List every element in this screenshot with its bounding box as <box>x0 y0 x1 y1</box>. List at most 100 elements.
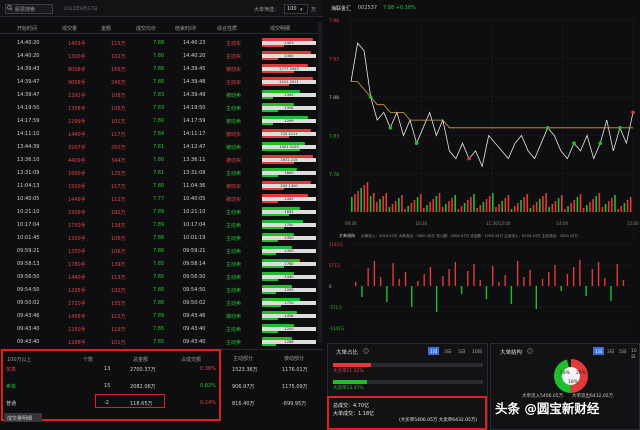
summary-cell-label: 买单 <box>6 367 17 373</box>
col-start-time[interactable]: 开始时间 <box>17 25 37 32</box>
cell-amount: 115万 <box>111 314 126 320</box>
tick-row[interactable]: 09:43:46 1458手 115万 7.89 09:43:46 被动卖 1458 <box>0 309 323 322</box>
volume-bar <box>391 204 394 212</box>
cell-start-time: 13:31:09 <box>17 170 40 176</box>
detail-bar-text: 1440 <box>284 274 294 279</box>
tick-row[interactable]: 09:43:40 1288手 101万 7.85 09:43:40 主动卖 1288 <box>0 335 323 348</box>
col-end-time[interactable]: 结束时间 <box>175 25 195 32</box>
ratio-tab-10d[interactable]: 10日 <box>470 347 484 355</box>
detail-bar-text: 1750 <box>284 222 294 227</box>
flow-bar <box>622 280 625 286</box>
tick-row[interactable]: 14:39:43 8008手 165万 7.86 14:39:45 被动买 2777 334… <box>0 62 323 75</box>
tick-row[interactable]: 14:19:50 1358手 106万 7.83 14:19:50 主动卖 1358 <box>0 101 323 114</box>
info-icon[interactable]: ? <box>363 348 369 354</box>
summary-cell-active: 1523.36万 <box>232 367 258 373</box>
volume-bar <box>542 196 544 212</box>
volume-bar <box>554 201 557 212</box>
trade-marker <box>388 126 393 130</box>
struct-tab-5d[interactable]: 5日 <box>617 347 628 355</box>
volume-bar <box>438 193 441 212</box>
volume-bar <box>488 196 491 212</box>
volume-bar <box>579 194 582 212</box>
tick-row[interactable]: 10:17:04 1750手 138万 7.89 10:17:04 主动卖 1750 <box>0 218 323 231</box>
tick-row[interactable]: 09:56:50 1440手 113万 7.85 09:56:50 主动卖 1440 <box>0 270 323 283</box>
buy-ratio-label: 大买单11.32% <box>333 369 364 374</box>
cell-start-time: 13:36:10 <box>17 157 40 163</box>
search-icon <box>7 5 13 11</box>
tick-row[interactable]: 13:36:10 4409手 344万 7.80 13:36:11 被动买 2872 215 <box>0 153 323 166</box>
cell-volume: 1720手 <box>68 301 86 307</box>
tick-row[interactable]: 13:44:39 3207手 250万 7.81 14:12:47 被动卖 1001 310… <box>0 140 323 153</box>
tick-row[interactable]: 09:43:40 1250手 119万 7.85 09:43:40 主动卖 1250 <box>0 322 323 335</box>
detail-bar-text: 1780 <box>284 261 294 266</box>
struct-tab-10d[interactable]: 10日 <box>629 347 640 360</box>
volume-detail-tab[interactable]: 成交量明细 <box>4 413 42 422</box>
tick-row[interactable]: 14:39:47 9009手 245万 7.88 14:39:48 主动买 3101 201… <box>0 75 323 88</box>
flow-bar <box>498 282 500 286</box>
cell-volume: 1392手 <box>68 93 86 99</box>
cell-end-time: 09:43:46 <box>183 313 206 319</box>
tick-table-scrollbar[interactable] <box>318 22 322 342</box>
flow-bar <box>460 286 463 294</box>
volume-bar <box>604 204 607 212</box>
cell-end-time: 10:40:05 <box>183 196 206 202</box>
cell-nature: 主动卖 <box>226 275 242 281</box>
struct-tab-1d[interactable]: 1日 <box>593 347 605 355</box>
summary-cell-active: 816.40万 <box>232 401 255 407</box>
filter-unit: 万 <box>311 7 317 13</box>
info-icon[interactable]: ? <box>527 348 533 354</box>
detail-bar: 3101 2011 <box>262 77 316 87</box>
tick-row[interactable]: 10:40:05 1449手 112万 7.77 10:40:05 被动买 1449 <box>0 192 323 205</box>
detail-bar-bottom <box>262 253 276 255</box>
big-order-filter-select[interactable]: 100 <box>284 4 308 14</box>
cell-start-time: 09:54:50 <box>17 287 40 293</box>
cell-end-time: 14:40:23 <box>183 40 206 46</box>
summary-row: 卖单 15 2082.06万 0.82% 906.97万 1175.09万 <box>0 379 323 393</box>
tick-row[interactable]: 14:17:59 1299手 101万 7.80 14:17:59 被动卖 1299 <box>0 114 323 127</box>
tick-row[interactable]: 14:11:10 1440手 117万 7.84 14:11:17 被动买 725 2111 <box>0 127 323 140</box>
volume-bar <box>520 200 522 212</box>
trade-marker <box>414 141 419 145</box>
tick-row[interactable]: 09:58:13 1780手 139万 7.85 09:58:14 主动卖 1780 <box>0 257 323 270</box>
cell-avg-price: 7.85 <box>153 326 165 332</box>
col-nature[interactable]: 综合性质 <box>217 25 237 32</box>
volume-bar <box>454 195 456 212</box>
tick-row[interactable]: 14:40:20 1403手 115万 7.88 14:40:23 主动买 1403 <box>0 36 323 49</box>
detail-bar-text: 1458 <box>284 313 294 318</box>
cell-nature: 主动买 <box>226 80 242 86</box>
detail-bar: 1295 <box>262 285 316 295</box>
detail-bar: 2777 3343 <box>262 64 316 74</box>
cell-end-time: 14:40:20 <box>183 53 206 59</box>
cell-amount: 117万 <box>111 184 126 190</box>
ratio-tab-5d[interactable]: 5日 <box>456 347 467 355</box>
tick-row[interactable]: 14:39:47 1392手 108万 7.83 14:39:49 被动卖 1392 <box>0 88 323 101</box>
tick-row[interactable]: 10:01:45 1350手 106万 7.86 10:01:19 主动卖 1350 <box>0 231 323 244</box>
ratio-tab-1d[interactable]: 1日 <box>428 347 440 355</box>
tick-row[interactable]: 09:59:21 1350手 106万 7.86 09:59:21 主动卖 1350 <box>0 244 323 257</box>
cell-volume: 1300手 <box>68 54 86 60</box>
summary-cell-pct: 0.36% <box>200 366 216 372</box>
cell-nature: 被动卖 <box>226 145 242 151</box>
cell-nature: 主动卖 <box>226 262 242 268</box>
col-amount[interactable]: 金额 <box>101 25 111 32</box>
tick-row[interactable]: 10:21:10 2309手 182万 7.89 10:21:10 主动卖 1832 <box>0 205 323 218</box>
cell-end-time: 14:17:59 <box>183 118 206 124</box>
cell-start-time: 14:11:10 <box>17 131 40 137</box>
tick-row[interactable]: 09:54:50 1295手 102万 7.88 09:54:50 主动卖 1295 <box>0 283 323 296</box>
buy-ratio-bar <box>333 363 371 367</box>
tick-row[interactable]: 09:50:02 1720手 135万 7.86 09:50:02 主动卖 1720 <box>0 296 323 309</box>
tick-row[interactable]: 11:04:13 1500手 117万 7.80 11:04:36 被动买 200 1300 <box>0 179 323 192</box>
col-volume[interactable]: 成交量 <box>62 25 77 32</box>
detail-bar: 1300 <box>262 51 316 61</box>
ratio-tab-3d[interactable]: 3日 <box>442 347 453 355</box>
detail-bar-bottom <box>262 240 279 242</box>
col-avg-price[interactable]: 成交均价 <box>136 25 156 32</box>
col-detail[interactable]: 成交明细 <box>270 25 290 32</box>
flow-bar <box>404 272 407 286</box>
flow-bar <box>529 270 531 286</box>
intraday-chart[interactable]: 7.98 7.93 7.88 7.83 7.78 09:30 10:30 11:30/13:0… <box>327 12 640 337</box>
struct-tab-3d[interactable]: 3日 <box>605 347 616 355</box>
tick-row[interactable]: 14:40:20 1300手 102万 7.80 14:40:20 主动买 1300 <box>0 49 323 62</box>
tick-row[interactable]: 13:31:09 1600手 125万 7.81 13:31:09 主动卖 1600 <box>0 166 323 179</box>
detail-bar-bottom <box>262 227 284 229</box>
